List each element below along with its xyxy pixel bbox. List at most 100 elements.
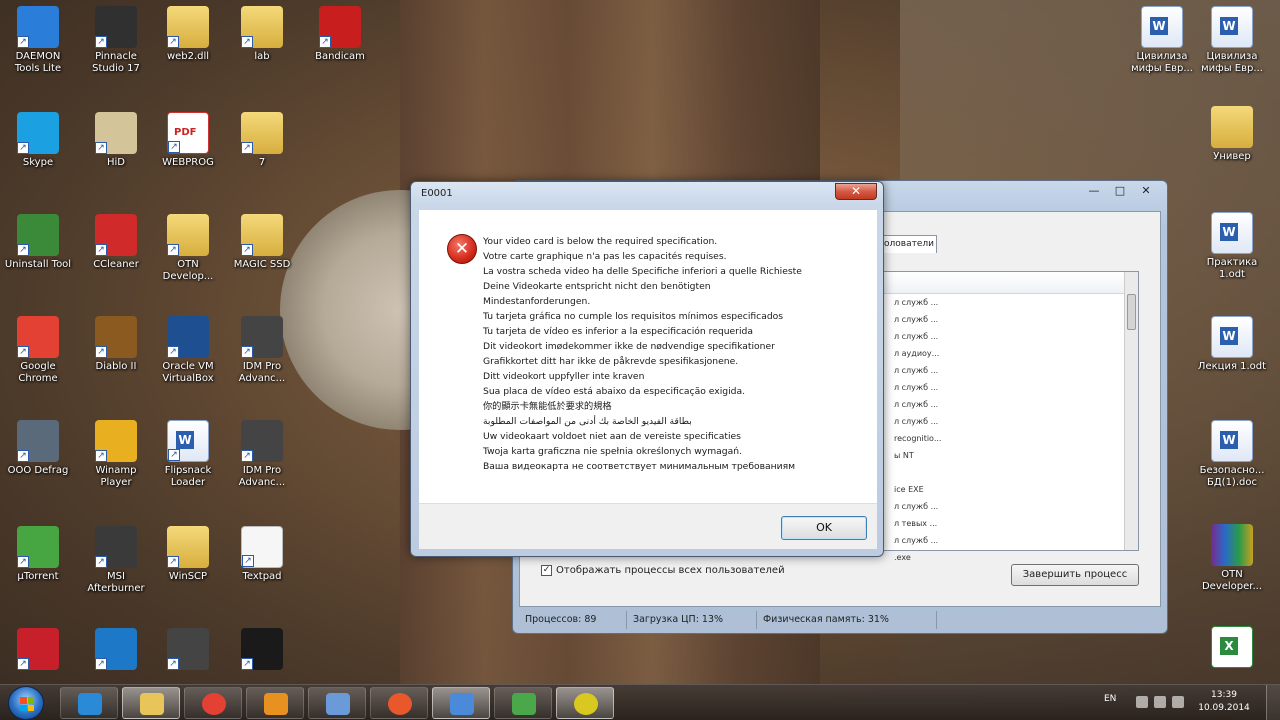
folder-icon: ↗ [167, 214, 209, 256]
desktop-icon[interactable]: ↗ IDM Pro Advanc... [226, 420, 298, 489]
checkbox-box[interactable]: ✓ [541, 565, 552, 576]
desktop-icon[interactable]: ↗ µTorrent [2, 526, 74, 583]
error-dialog[interactable]: E0001 ✕ ✕ Your video card is below the r… [410, 181, 884, 557]
desktop-icon-label: MAGIC SSD [233, 259, 291, 270]
desktop-icon[interactable]: Практика 1.odt [1196, 212, 1268, 281]
desktop-icon[interactable]: ↗ Textpad [226, 526, 298, 583]
shortcut-arrow-icon: ↗ [167, 346, 179, 358]
desktop-icon[interactable]: ↗ MAGIC SSD [226, 214, 298, 271]
desktop-icon[interactable]: ↗ Flipsnack Loader [152, 420, 224, 489]
desktop-icon[interactable] [1196, 626, 1268, 671]
desktop-icon[interactable]: ↗ DAEMON Tools Lite [2, 6, 74, 75]
desktop-icon[interactable]: Цивилиза мифы Евр... [1196, 6, 1268, 75]
desktop-icon-label: µTorrent [17, 571, 59, 582]
desktop-icon[interactable]: OTN Developer... [1196, 524, 1268, 593]
taskbar: EN 13:39 10.09.2014 [0, 684, 1280, 720]
desktop-icon[interactable]: ↗ WinSCP [152, 526, 224, 583]
word-doc-icon [1211, 420, 1253, 462]
error-message-line: Dit videokort imødekommer ikke de nødven… [483, 341, 775, 352]
desktop-icon-label: OTN Develop... [162, 259, 214, 282]
system-tray: EN 13:39 10.09.2014 [1040, 685, 1280, 720]
desktop-icon[interactable]: ↗ Oracle VM VirtualBox [152, 316, 224, 385]
desktop-icon-label: 7 [258, 157, 266, 168]
taskbar-button[interactable] [308, 687, 366, 719]
close-button[interactable]: ✕ [835, 183, 877, 200]
desktop-icon[interactable]: ↗ [2, 628, 74, 673]
ccleaner-icon: ↗ [95, 214, 137, 256]
shortcut-arrow-icon: ↗ [17, 244, 29, 256]
ok-button[interactable]: OK [781, 516, 867, 540]
desktop-icon[interactable]: Универ [1196, 106, 1268, 163]
word-doc-icon [1211, 6, 1253, 48]
taskbar-button[interactable] [494, 687, 552, 719]
desktop-icon[interactable]: ↗ [226, 628, 298, 673]
desktop-icon[interactable]: ↗ 7 [226, 112, 298, 169]
volume-icon[interactable] [1172, 696, 1184, 708]
desktop-icon-label: MSI Afterburner [87, 571, 145, 594]
shortcut-arrow-icon: ↗ [17, 346, 29, 358]
end-process-button[interactable]: Завершить процесс [1011, 564, 1139, 586]
taskbar-button[interactable] [184, 687, 242, 719]
taskbar-button[interactable] [246, 687, 304, 719]
show-desktop-button[interactable] [1266, 685, 1280, 720]
dialog-footer: OK [419, 503, 877, 549]
desktop-icon[interactable]: ↗ [152, 628, 224, 673]
desktop: ↗ DAEMON Tools Lite ↗ Pinnacle Studio 17 ↗ we… [0, 0, 1280, 684]
desktop-icon[interactable]: ↗ Winamp Player [80, 420, 152, 489]
excel-doc-icon [1211, 626, 1253, 668]
desktop-icon[interactable]: ↗ Bandicam [304, 6, 376, 63]
desktop-icon[interactable]: ↗ CCleaner [80, 214, 152, 271]
desktop-icon-label: Google Chrome [18, 361, 58, 384]
show-all-processes-checkbox[interactable]: ✓ Отображать процессы всех пользователей [541, 565, 785, 576]
maximize-button[interactable]: □ [1107, 183, 1133, 200]
network-icon[interactable] [1154, 696, 1166, 708]
desktop-icon[interactable]: ↗ Pinnacle Studio 17 [80, 6, 152, 75]
desktop-icon[interactable]: Безопасно... БД(1).doc [1196, 420, 1268, 489]
clock[interactable]: 13:39 10.09.2014 [1194, 689, 1254, 715]
desktop-icon-label: Textpad [242, 571, 282, 582]
error-message-line: Ваша видеокарта не соответствует минимал… [483, 461, 796, 472]
desktop-icon[interactable]: ↗ HiD [80, 112, 152, 169]
desktop-icon[interactable]: ↗ WEBPROG [152, 112, 224, 169]
word-doc-icon [1211, 316, 1253, 358]
shortcut-arrow-icon: ↗ [241, 450, 253, 462]
desktop-icon[interactable]: ↗ web2.dll [152, 6, 224, 63]
close-button[interactable]: ✕ [1133, 183, 1159, 200]
desktop-icon-label: IDM Pro Advanc... [238, 361, 286, 384]
desktop-icon[interactable]: ↗ MSI Afterburner [80, 526, 152, 595]
taskbar-button[interactable] [122, 687, 180, 719]
word-doc-icon [1141, 6, 1183, 48]
aida64-icon: ↗ [17, 628, 59, 670]
desktop-icon[interactable]: Цивилиза мифы Евр... [1126, 6, 1198, 75]
desktop-icon[interactable]: ↗ OTN Develop... [152, 214, 224, 283]
virtualbox-icon: ↗ [167, 316, 209, 358]
desktop-icon-label: Универ [1213, 151, 1251, 162]
taskbar-button[interactable] [556, 687, 614, 719]
taskmgr-icon [450, 693, 474, 715]
desktop-icon[interactable]: ↗ Diablo II [80, 316, 152, 373]
desktop-icon[interactable]: ↗ Skype [2, 112, 74, 169]
taskbar-button[interactable] [432, 687, 490, 719]
clock-date: 10.09.2014 [1198, 703, 1250, 713]
scrollbar-thumb[interactable] [1127, 294, 1136, 330]
minimize-button[interactable]: — [1081, 183, 1107, 200]
desktop-icon[interactable]: ↗ lab [226, 6, 298, 63]
desktop-icon[interactable]: ↗ IDM Pro Advanc... [226, 316, 298, 385]
language-indicator[interactable]: EN [1104, 694, 1116, 704]
start-button[interactable] [8, 686, 44, 720]
tab-users[interactable]: олователи [877, 235, 937, 253]
taskbar-button[interactable] [60, 687, 118, 719]
desktop-icon[interactable]: ↗ OOO Defrag [2, 420, 74, 477]
desktop-icon-label: Безопасно... БД(1).doc [1199, 465, 1265, 488]
desktop-icon[interactable]: Лекция 1.odt [1196, 316, 1268, 373]
tray-flag-icon[interactable] [1136, 696, 1148, 708]
desktop-icon[interactable]: ↗ Uninstall Tool [2, 214, 74, 271]
diablo-icon: ↗ [95, 316, 137, 358]
desktop-icon[interactable]: ↗ Google Chrome [2, 316, 74, 385]
taskbar-button[interactable] [370, 687, 428, 719]
desktop-icon[interactable]: ↗ [80, 628, 152, 673]
process-list-scrollbar[interactable] [1124, 272, 1138, 550]
error-message-line: La vostra scheda video ha delle Specific… [483, 266, 802, 277]
status-bar: Процессов: 89 Загрузка ЦП: 13% Физическа… [519, 611, 1161, 629]
shortcut-arrow-icon: ↗ [17, 36, 29, 48]
